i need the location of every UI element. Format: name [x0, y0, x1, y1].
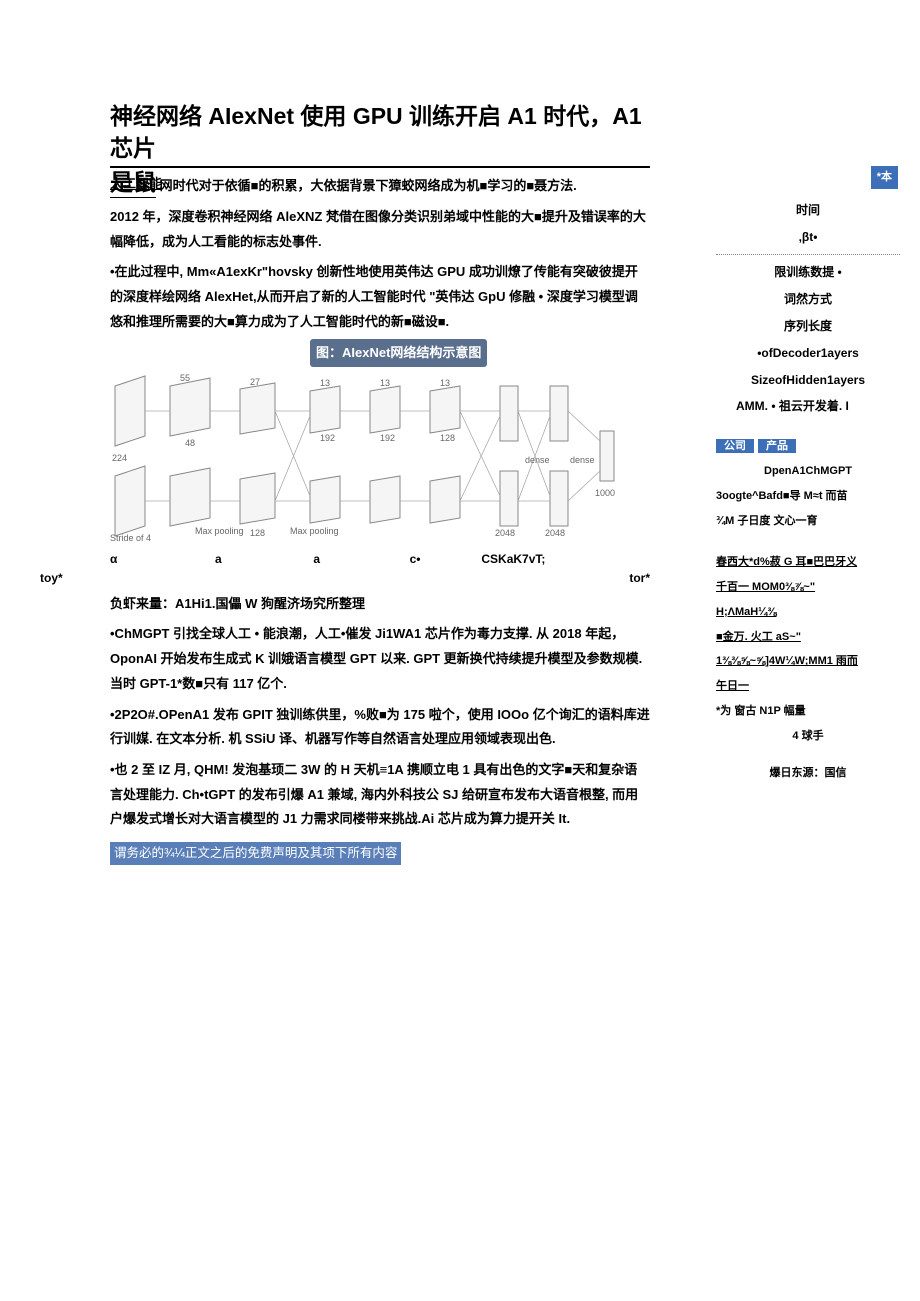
sidebar-link[interactable]: 1⅜⅜⅝~⅝]4W¼W;MM1 雨而 — [716, 651, 900, 672]
svg-text:128: 128 — [250, 528, 265, 538]
svg-text:2048: 2048 — [495, 528, 515, 538]
sidebar-link[interactable]: 千百一 MOM0⅜⅞~" — [716, 577, 900, 598]
svg-text:55: 55 — [180, 373, 190, 383]
title-overlay-text: 人工智能 — [110, 172, 162, 197]
disclaimer-highlight: 谓务必的¾¼正文之后的免费声明及其项下所有内容 — [110, 842, 401, 865]
sidebar-amm: AMM. • 祖云开发着. I — [716, 395, 900, 418]
svg-text:192: 192 — [320, 433, 335, 443]
sidebar-row-bold: SizeofHidden1ayers — [716, 369, 900, 392]
body-p4: •ChMGPT 引找全球人工 • 能浪潮，人工•催发 Ji1WA1 芯片作为毒力… — [110, 622, 650, 696]
sidebar-row-bold: •ofDecoder1ayers — [716, 342, 900, 365]
sidebar-footer-row: *为 窗古 N1P 幅量 — [716, 701, 900, 722]
sidebar-row: ,βt• — [716, 226, 900, 249]
svg-text:224: 224 — [112, 453, 127, 463]
sidebar-divider — [716, 254, 900, 255]
sidebar-table-header: 公司产品 — [716, 436, 900, 457]
sidebar-row: 限训练数提 • — [716, 261, 900, 284]
svg-text:dense: dense — [525, 455, 550, 465]
svg-text:2048: 2048 — [545, 528, 565, 538]
sidebar-link[interactable]: ■金万. 火工 aS~" — [716, 627, 900, 648]
svg-text:128: 128 — [440, 433, 455, 443]
body-p2: 2012 年，深度卷积神经网络 AleXNZ 梵借在图像分类识别弟域中性能的大■… — [110, 205, 650, 254]
svg-text:1000: 1000 — [595, 488, 615, 498]
svg-text:dense: dense — [570, 455, 595, 465]
svg-text:13: 13 — [440, 378, 450, 388]
sidebar-table-row: ¾M 子日度 文心一育 — [716, 511, 900, 532]
body-p3: •在此过程中, Mm«A1exKr"hovsky 创新性地使用英伟达 GPU 成… — [110, 260, 650, 334]
svg-text:Stride of 4: Stride of 4 — [110, 533, 151, 543]
body-p5: •2P2O#.OPenA1 发布 GPIT 独训练供里，%败■为 175 啦个，… — [110, 703, 650, 752]
sidebar-row: 时间 — [716, 199, 900, 222]
sidebar-table-row: DpenA1ChMGPT — [716, 461, 900, 482]
sidebar-table-row: 3oogte^Bafd■导 M≈t 而苗 — [716, 486, 900, 507]
sidebar-link[interactable]: 春西大*d%菽 G 耳■巴巴牙义 — [716, 552, 900, 573]
sidebar-source: 爆日东源：国信 — [716, 763, 900, 784]
svg-text:Max pooling: Max pooling — [290, 526, 339, 536]
body-p1: 网时代对于依循■的积累，大依据背景下獐蛟网络成为机■学习的■聂方法. — [160, 178, 577, 193]
alexnet-svg: 224 55 48 27 128 13 192 13 192 13 128 20… — [110, 371, 650, 546]
sidebar-row: 词然方式 — [716, 288, 900, 311]
svg-text:192: 192 — [380, 433, 395, 443]
body-p6: •也 2 至 IZ 月, QHM! 发泡基顼二 3W 的 H 天机≡1A 携顺立… — [110, 758, 650, 832]
sidebar-badge: *本 — [871, 166, 900, 189]
sidebar-footer-row2: 4 球手 — [716, 726, 900, 747]
diagram-source: 负虾来量：A1Hi1.国儡 W 狗醒济场究所整理 — [110, 592, 650, 617]
alexnet-diagram: 224 55 48 27 128 13 192 13 192 13 128 20… — [110, 371, 650, 546]
svg-text:27: 27 — [250, 377, 260, 387]
svg-text:13: 13 — [380, 378, 390, 388]
sidebar-link[interactable]: H;ΛMaH¼⅜ — [716, 602, 900, 623]
svg-text:13: 13 — [320, 378, 330, 388]
sidebar-link[interactable]: 午日一 — [716, 676, 900, 697]
svg-text:Max pooling: Max pooling — [195, 526, 244, 536]
diagram-title: 图：AIexNet网络结构示意图 — [310, 339, 487, 368]
svg-text:48: 48 — [185, 438, 195, 448]
sidebar-row: 序列长度 — [716, 315, 900, 338]
page-title: 神经网络 AIexNet 使用 GPU 训练开启 A1 时代，A1 芯片 — [110, 100, 650, 168]
sidebar: *本 时间 ,βt• 限训练数提 • 词然方式 序列长度 •ofDecoder1… — [710, 0, 920, 784]
